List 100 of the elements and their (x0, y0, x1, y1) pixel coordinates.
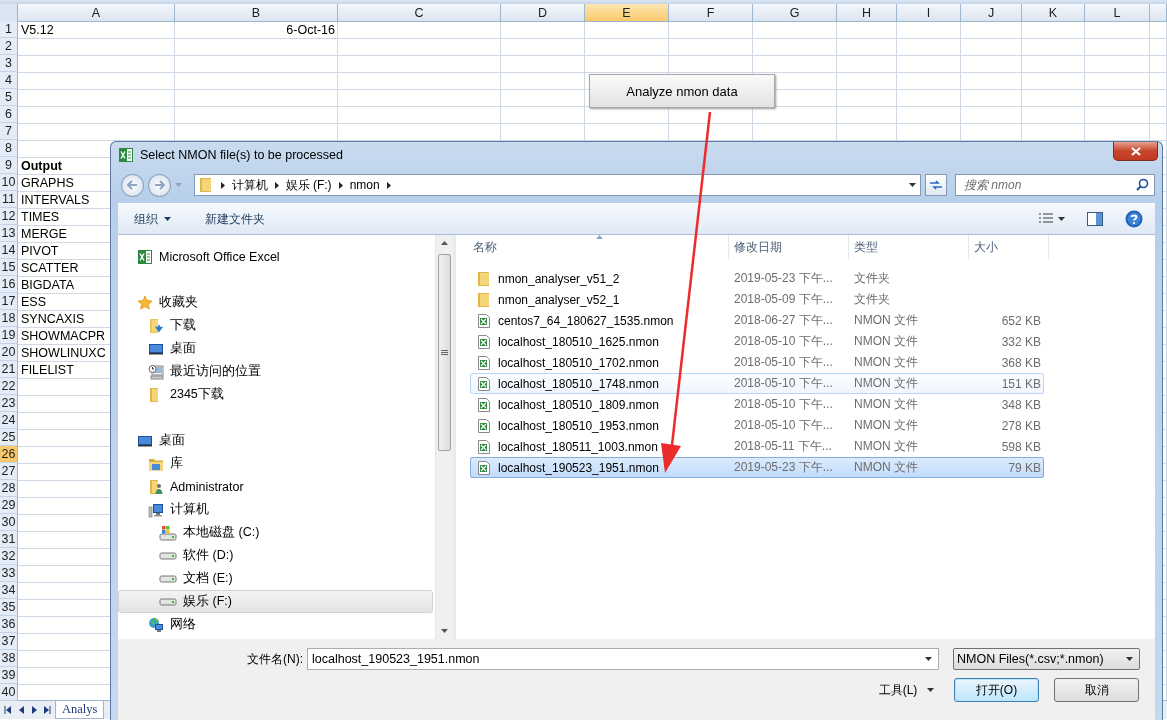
row-header[interactable]: 17 (0, 293, 18, 310)
row-header[interactable]: 32 (0, 548, 18, 565)
row-header[interactable]: 24 (0, 412, 18, 429)
file-row[interactable]: nmon_analyser_v51_2 2019-05-23 下午... 文件夹 (470, 268, 1044, 289)
nav-item[interactable]: 软件 (D:) (118, 544, 433, 567)
last-arrow-icon[interactable] (43, 706, 51, 714)
nav-item[interactable]: 最近访问的位置 (118, 360, 433, 383)
row-header[interactable]: 3 (0, 55, 18, 72)
column-header[interactable]: L (1085, 4, 1150, 22)
dialog-button[interactable]: 取消 (1054, 678, 1139, 702)
breadcrumb-item[interactable]: nmon (349, 178, 380, 192)
row-header[interactable]: 9 (0, 157, 18, 174)
row-header[interactable]: 38 (0, 650, 18, 667)
column-header[interactable]: A (18, 4, 175, 22)
row-header[interactable]: 4 (0, 72, 18, 89)
row-header[interactable]: 29 (0, 497, 18, 514)
nav-item[interactable]: 下载 (118, 314, 433, 337)
file-row[interactable]: localhost_190523_1951.nmon 2019-05-23 下午... NMON 文件 79 KB (470, 457, 1044, 478)
previous-arrow-icon[interactable] (17, 706, 25, 714)
row-header[interactable]: 23 (0, 395, 18, 412)
row-header[interactable]: 1 (0, 21, 18, 38)
file-row[interactable]: localhost_180510_1953.nmon 2018-05-10 下午... NMON 文件 278 KB (470, 415, 1044, 436)
file-row[interactable]: centos7_64_180627_1535.nmon 2018-06-27 下午... NMON 文件 652 KB (470, 310, 1044, 331)
row-header[interactable]: 30 (0, 514, 18, 531)
address-bar[interactable]: 计算机 娱乐 (F:) nmon (193, 174, 922, 196)
file-row[interactable]: localhost_180510_1748.nmon 2018-05-10 下午... NMON 文件 151 KB (470, 373, 1044, 394)
row-header[interactable]: 5 (0, 89, 18, 106)
analyze-button[interactable]: Analyze nmon data (589, 74, 775, 108)
search-field[interactable]: 搜索 nmon (955, 174, 1155, 196)
file-row[interactable]: localhost_180510_1809.nmon 2018-05-10 下午... NMON 文件 348 KB (470, 394, 1044, 415)
nav-item[interactable]: 文档 (E:) (118, 567, 433, 590)
nav-item[interactable]: 网络 (118, 613, 433, 636)
row-header[interactable]: 37 (0, 633, 18, 650)
nav-item[interactable]: 计算机 (118, 498, 433, 521)
row-header[interactable]: 25 (0, 429, 18, 446)
column-header[interactable]: J (961, 4, 1022, 22)
nav-item[interactable]: 收藏夹 (118, 291, 433, 314)
next-arrow-icon[interactable] (30, 706, 38, 714)
row-header[interactable]: 40 (0, 684, 18, 701)
row-header[interactable]: 26 (0, 446, 18, 463)
nav-item[interactable]: 本地磁盘 (C:) (118, 521, 433, 544)
column-header[interactable]: K (1022, 4, 1085, 22)
row-header[interactable]: 20 (0, 344, 18, 361)
row-header[interactable]: 28 (0, 480, 18, 497)
row-header[interactable]: 27 (0, 463, 18, 480)
row-header[interactable]: 15 (0, 259, 18, 276)
nav-item[interactable]: 桌面 (118, 429, 433, 452)
column-header[interactable]: G (753, 4, 837, 22)
breadcrumb-item[interactable]: 娱乐 (F:) (285, 176, 332, 194)
sheet-tab[interactable]: Analys (55, 701, 105, 719)
column-header[interactable]: D (501, 4, 585, 22)
nav-item[interactable]: 娱乐 (F:) (118, 590, 433, 613)
row-header[interactable]: 35 (0, 599, 18, 616)
tools-menu[interactable]: 工具(L) (869, 678, 944, 702)
nav-item[interactable]: 2345下载 (118, 383, 433, 406)
file-row[interactable]: nmon_analyser_v52_1 2018-05-09 下午... 文件夹 (470, 289, 1044, 310)
breadcrumb-item[interactable]: 计算机 (231, 176, 268, 194)
row-header[interactable]: 21 (0, 361, 18, 378)
row-header[interactable]: 8 (0, 140, 18, 157)
row-header[interactable]: 16 (0, 276, 18, 293)
row-header[interactable]: 19 (0, 327, 18, 344)
nav-item[interactable]: 桌面 (118, 337, 433, 360)
file-type-dropdown[interactable]: NMON Files(*.csv;*.nmon) (953, 648, 1140, 670)
nav-item[interactable]: Administrator (118, 475, 433, 498)
row-header[interactable]: 22 (0, 378, 18, 395)
row-header[interactable]: 2 (0, 38, 18, 55)
row-header[interactable]: 18 (0, 310, 18, 327)
row-header[interactable]: 31 (0, 531, 18, 548)
row-header[interactable]: 6 (0, 106, 18, 123)
row-header[interactable]: 14 (0, 242, 18, 259)
nav-item[interactable]: Microsoft Office Excel (118, 245, 433, 268)
dialog-button[interactable]: 打开(O) (954, 678, 1039, 702)
row-header[interactable]: 33 (0, 565, 18, 582)
file-row[interactable]: localhost_180511_1003.nmon 2018-05-11 下午... NMON 文件 598 KB (470, 436, 1044, 457)
row-header[interactable]: 13 (0, 225, 18, 242)
row-header[interactable]: 36 (0, 616, 18, 633)
nav-item[interactable]: 库 (118, 452, 433, 475)
row-header[interactable]: 7 (0, 123, 18, 140)
column-header[interactable]: B (175, 4, 338, 22)
file-icon (476, 459, 492, 476)
row-header[interactable]: 12 (0, 208, 18, 225)
column-header[interactable]: F (669, 4, 753, 22)
file-row[interactable]: localhost_180510_1625.nmon 2018-05-10 下午... NMON 文件 332 KB (470, 331, 1044, 352)
column-header[interactable]: H (837, 4, 897, 22)
sort-arrow-icon (596, 235, 603, 239)
row-header[interactable]: 39 (0, 667, 18, 684)
column-header[interactable]: I (897, 4, 961, 22)
organize-menu[interactable]: 组织 (126, 207, 179, 231)
file-name-field[interactable]: localhost_190523_1951.nmon (307, 648, 939, 670)
row-header[interactable]: 10 (0, 174, 18, 191)
column-header[interactable]: E (585, 4, 669, 22)
column-header[interactable]: C (338, 4, 501, 22)
row-header[interactable]: 11 (0, 191, 18, 208)
close-button[interactable] (1113, 142, 1158, 161)
file-row[interactable]: localhost_180510_1702.nmon 2018-05-10 下午... NMON 文件 368 KB (470, 352, 1044, 373)
scrollbar[interactable] (435, 235, 453, 639)
row-header[interactable]: 34 (0, 582, 18, 599)
column-header[interactable]: 名称 (470, 235, 729, 259)
new-folder-button[interactable]: 新建文件夹 (197, 207, 273, 231)
first-arrow-icon[interactable] (4, 706, 12, 714)
